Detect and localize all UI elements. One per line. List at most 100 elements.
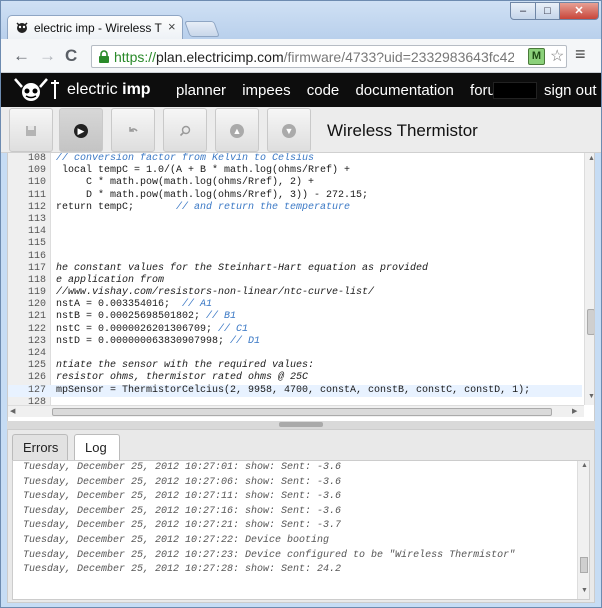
close-window-button[interactable]: ✕ [559,2,599,20]
code-line[interactable]: 116 [8,251,582,263]
url-text: https://plan.electricimp.com/firmware/47… [114,49,514,65]
line-number: 126 [27,372,46,384]
scroll-down-icon[interactable]: ▼ [588,393,594,400]
code-line[interactable]: 108 // conversion factor from Kelvin to C… [8,153,582,165]
line-number: 125 [27,360,46,372]
scroll-left-icon[interactable]: ◀ [10,407,15,415]
log-line: Tuesday, December 25, 2012 10:27:11: sho… [23,491,342,503]
code-line[interactable]: 110 C * math.pow(math.log(ohms/Rref), 2)… [8,177,582,189]
log-line: Tuesday, December 25, 2012 10:27:06: sho… [23,476,342,488]
line-number: 113 [27,213,46,225]
line-code: nstA = 0.003354016; // A1 [56,299,213,311]
browser-menu-icon[interactable]: ≡ [575,44,586,65]
line-number: 115 [27,238,46,250]
code-editor[interactable]: 108 // conversion factor from Kelvin to C… [7,153,595,421]
panel-splitter[interactable] [7,421,595,429]
line-code: C * math.pow(math.log(ohms/Rref), 2) + [56,177,315,189]
electric-imp-logo [14,78,59,101]
save-button[interactable] [9,108,53,152]
log-scroll-down-icon[interactable]: ▼ [581,587,588,594]
search-button[interactable] [163,108,207,152]
nav-link-planner[interactable]: planner [176,82,226,99]
lock-icon [99,50,109,63]
new-tab-button[interactable] [184,21,220,37]
forward-button[interactable]: → [39,46,56,66]
line-number: 122 [27,323,46,335]
reload-button[interactable]: C [65,46,77,66]
line-number: 127 [27,384,46,396]
log-scroll-thumb[interactable] [580,557,588,573]
code-line[interactable]: 109 local tempC = 1.0/(A + B * math.log(… [8,165,582,177]
line-number: 114 [27,226,46,238]
code-line[interactable]: 119 //www.vishay.com/resistors-non-linear… [8,287,582,299]
line-code: nstB = 0.00025698501802; // B1 [56,311,237,323]
line-number: 120 [27,299,46,311]
code-line[interactable]: 113 [8,214,582,226]
line-number: 124 [27,348,46,359]
scroll-right-icon[interactable]: ▶ [572,407,577,415]
nav-link-code[interactable]: code [307,82,340,99]
site-nav-links: planner impees code documentation forums [176,82,528,99]
code-line[interactable]: 111 D * math.pow(math.log(ohms/Rref), 3)… [8,190,582,202]
log-line: Tuesday, December 25, 2012 10:27:23: Dev… [23,549,516,561]
log-lines: Tuesday, December 25, 2012 10:27:01: sho… [13,461,589,578]
browser-window: electric imp - Wireless Th × – □ ✕ ← → C… [0,0,602,608]
editor-horizontal-scrollbar[interactable]: ◀ ▶ [8,405,584,417]
bookmark-star-icon[interactable]: ☆ [550,46,564,66]
code-line[interactable]: 126 resistor ohms, thermistor rated ohms … [8,372,582,384]
redacted-username [493,82,537,99]
download-button[interactable]: ▼ [267,108,311,152]
editor-toolbar: ▶ ▲ ▼ Wireless Thermistor [1,107,601,153]
scroll-up-icon[interactable]: ▲ [588,155,594,162]
log-line: Tuesday, December 25, 2012 10:27:21: sho… [23,520,342,532]
code-line[interactable]: 117 he constant values for the Steinhart-… [8,263,582,275]
run-button[interactable]: ▶ [59,108,103,152]
brand-name: electric imp [67,81,151,98]
log-scrollbar[interactable]: ▲ ▼ [577,461,589,599]
line-code: mpSensor = ThermistorCelcius(2, 9958, 47… [56,384,531,396]
tab-log[interactable]: Log [74,434,120,460]
upload-button[interactable]: ▲ [215,108,259,152]
line-number: 119 [27,287,46,299]
editor-hscroll-thumb[interactable] [52,408,552,416]
code-line[interactable]: 112 return tempC; // and return the tempe… [8,202,582,214]
tab-errors[interactable]: Errors [12,434,68,460]
code-line[interactable]: 120 nstA = 0.003354016; // A1 [8,299,582,311]
code-line[interactable]: 122 nstC = 0.0000026201306709; // C1 [8,324,582,336]
line-number: 121 [27,311,46,323]
code-line[interactable]: 115 [8,238,582,250]
minimize-button[interactable]: – [510,2,536,20]
extension-icon[interactable]: M [528,48,545,65]
code-line[interactable]: 125 ntiate the sensor with the required v… [8,360,582,372]
line-code: resistor ohms, thermistor rated ohms @ 2… [56,372,309,384]
code-line[interactable]: 124 [8,348,582,360]
upload-icon: ▲ [230,123,244,138]
code-line[interactable]: 123 nstD = 0.000000063830907998; // D1 [8,336,582,348]
maximize-button[interactable]: □ [535,2,560,20]
line-code: ntiate the sensor with the required valu… [56,360,315,372]
code-line[interactable]: 121 nstB = 0.00025698501802; // B1 [8,311,582,323]
electric-imp-favicon-icon [16,22,28,33]
editor-vertical-scrollbar[interactable]: ▲ ▼ [584,153,594,405]
line-code: // conversion factor from Kelvin to Cels… [56,153,315,164]
line-number: 117 [27,262,46,274]
splitter-grip[interactable] [279,422,323,427]
editor-scroll-thumb[interactable] [587,309,594,335]
address-bar[interactable]: https://plan.electricimp.com/firmware/47… [91,45,567,68]
undo-button[interactable] [111,108,155,152]
code-line[interactable]: 118 e application from [8,275,582,287]
log-scroll-up-icon[interactable]: ▲ [581,462,588,469]
log-panel: Errors Log Tuesday, December 25, 2012 10… [7,429,595,603]
browser-tab[interactable]: electric imp - Wireless Th × [7,15,183,39]
download-icon: ▼ [282,123,296,138]
sign-out-link[interactable]: sign out [544,82,597,99]
nav-link-impees[interactable]: impees [242,82,290,99]
back-button[interactable]: ← [13,46,30,66]
nav-link-documentation[interactable]: documentation [355,82,453,99]
tab-close-icon[interactable]: × [168,19,176,34]
code-line[interactable]: 127 mpSensor = ThermistorCelcius(2, 9958,… [8,384,582,397]
code-line[interactable]: 114 [8,226,582,238]
log-line: Tuesday, December 25, 2012 10:27:01: sho… [23,462,342,473]
log-output: Tuesday, December 25, 2012 10:27:01: sho… [12,460,590,600]
undo-icon [129,126,138,132]
